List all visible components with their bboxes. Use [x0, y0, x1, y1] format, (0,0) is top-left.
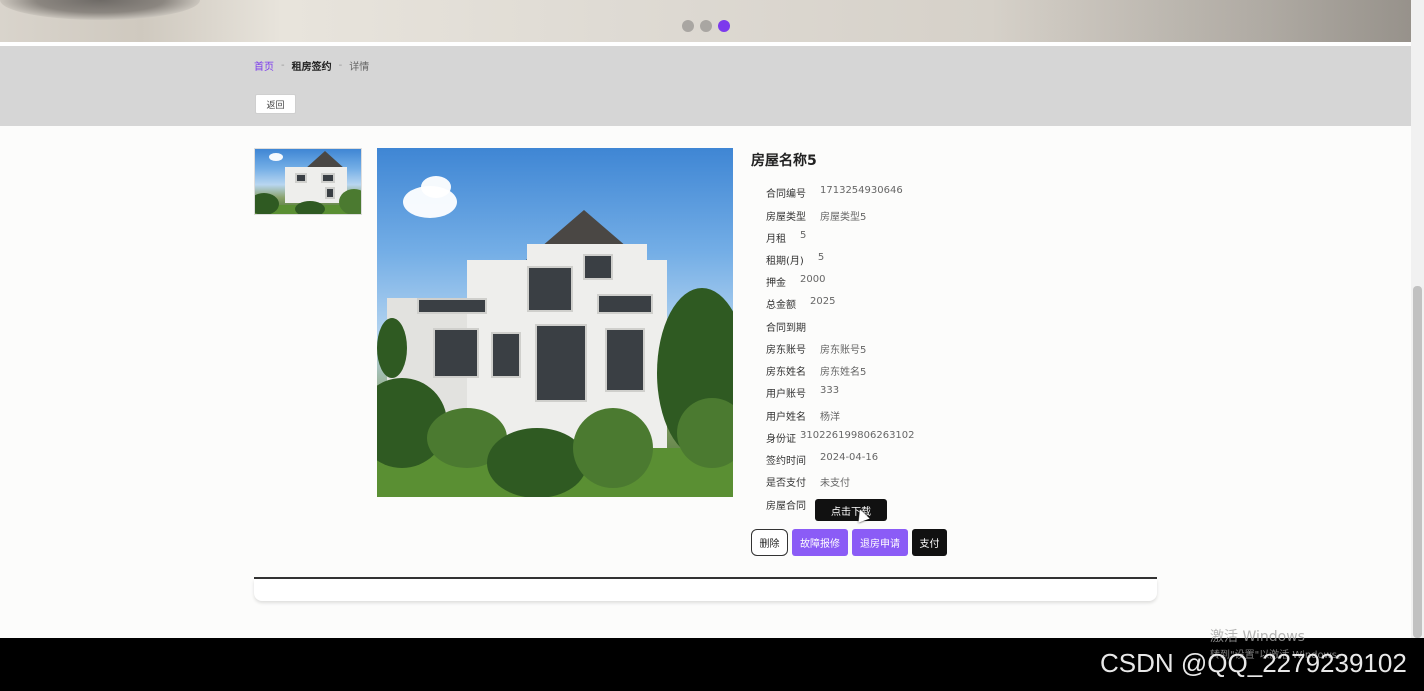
- detail-value: 2024-04-16: [820, 452, 879, 463]
- breadcrumb-separator: -: [281, 60, 285, 71]
- detail-label: 合同到期: [766, 323, 806, 334]
- detail-value: 310226199806263102: [800, 430, 915, 441]
- delete-button[interactable]: 删除: [751, 529, 788, 556]
- action-bar: 删除 故障报修 退房申请 支付: [751, 529, 947, 556]
- detail-row-paid-status: 是否支付 未支付: [766, 474, 850, 489]
- detail-label: 押金: [766, 278, 786, 289]
- detail-row-monthly-rent: 月租 5: [766, 230, 806, 245]
- detail-label: 租期(月): [766, 256, 804, 267]
- detail-label: 房东姓名: [766, 367, 806, 378]
- detail-row-contract-no: 合同编号 1713254930646: [766, 185, 903, 200]
- detail-label: 月租: [766, 234, 786, 245]
- detail-value: 房东账号5: [820, 345, 867, 356]
- detail-value: 房屋类型5: [820, 212, 867, 223]
- detail-label: 合同编号: [766, 189, 806, 200]
- detail-row-house-type: 房屋类型 房屋类型5: [766, 208, 866, 223]
- detail-row-lease-term: 租期(月) 5: [766, 252, 824, 267]
- detail-row-user-name: 用户姓名 杨洋: [766, 408, 840, 423]
- detail-row-landlord-name: 房东姓名 房东姓名5: [766, 363, 866, 378]
- detail-value: 2025: [810, 296, 836, 307]
- detail-row-sign-time: 签约时间 2024-04-16: [766, 452, 878, 467]
- carousel-dot[interactable]: [682, 20, 694, 32]
- detail-label: 总金额: [766, 300, 796, 311]
- page-scrollbar[interactable]: [1411, 0, 1424, 638]
- house-title: 房屋名称5: [751, 153, 817, 169]
- download-contract-button[interactable]: 点击下载: [815, 499, 887, 521]
- breadcrumb-home-link[interactable]: 首页: [254, 58, 274, 73]
- checkout-request-button[interactable]: 退房申请: [852, 529, 908, 556]
- detail-value: 333: [820, 385, 840, 396]
- detail-label: 房屋类型: [766, 212, 806, 223]
- detail-value: 房东姓名5: [820, 367, 867, 378]
- detail-label: 房屋合同: [766, 501, 806, 512]
- back-button[interactable]: 返回: [255, 94, 296, 114]
- detail-label: 用户姓名: [766, 412, 806, 423]
- detail-row-total-amount: 总金额 2025: [766, 296, 835, 311]
- detail-value: 5: [817, 252, 825, 263]
- repair-request-button[interactable]: 故障报修: [792, 529, 848, 556]
- carousel-dot-active[interactable]: [718, 20, 730, 32]
- detail-value: 未支付: [820, 478, 850, 489]
- scrollbar-thumb[interactable]: [1413, 286, 1422, 638]
- breadcrumb-separator: -: [338, 60, 343, 71]
- house-thumbnail[interactable]: [254, 148, 362, 215]
- detail-label: 用户账号: [766, 389, 806, 400]
- detail-row-deposit: 押金 2000: [766, 274, 825, 289]
- breadcrumb: 首页 - 租房签约 - 详情: [254, 58, 369, 73]
- breadcrumb-section-link[interactable]: 租房签约: [292, 58, 332, 73]
- pay-button[interactable]: 支付: [912, 529, 947, 556]
- carousel-dot[interactable]: [700, 20, 712, 32]
- detail-label: 签约时间: [766, 456, 806, 467]
- detail-row-landlord-account: 房东账号 房东账号5: [766, 341, 866, 356]
- detail-label: 是否支付: [766, 478, 806, 489]
- detail-row-id-card: 身份证 310226199806263102: [766, 430, 915, 445]
- detail-label: 身份证: [766, 434, 796, 445]
- detail-value: 杨洋: [820, 412, 840, 423]
- detail-row-contract: 房屋合同: [766, 497, 806, 512]
- detail-row-user-account: 用户账号 333: [766, 385, 839, 400]
- detail-card-footer: [254, 579, 1157, 601]
- house-main-image: [377, 148, 733, 497]
- banner-image-fountain: [0, 0, 200, 20]
- breadcrumb-current: 详情: [349, 62, 370, 73]
- detail-row-contract-expiry: 合同到期: [766, 319, 820, 334]
- carousel-indicators: [682, 20, 730, 32]
- detail-value: 1713254930646: [820, 185, 903, 196]
- detail-value: 5: [800, 230, 807, 241]
- windows-activation-title: 激活 Windows: [1210, 629, 1305, 645]
- detail-value: 2000: [800, 274, 826, 285]
- csdn-watermark: CSDN @QQ_2279239102: [1100, 648, 1407, 678]
- detail-label: 房东账号: [766, 345, 806, 356]
- breadcrumb-band: 首页 - 租房签约 - 详情 返回: [0, 46, 1411, 126]
